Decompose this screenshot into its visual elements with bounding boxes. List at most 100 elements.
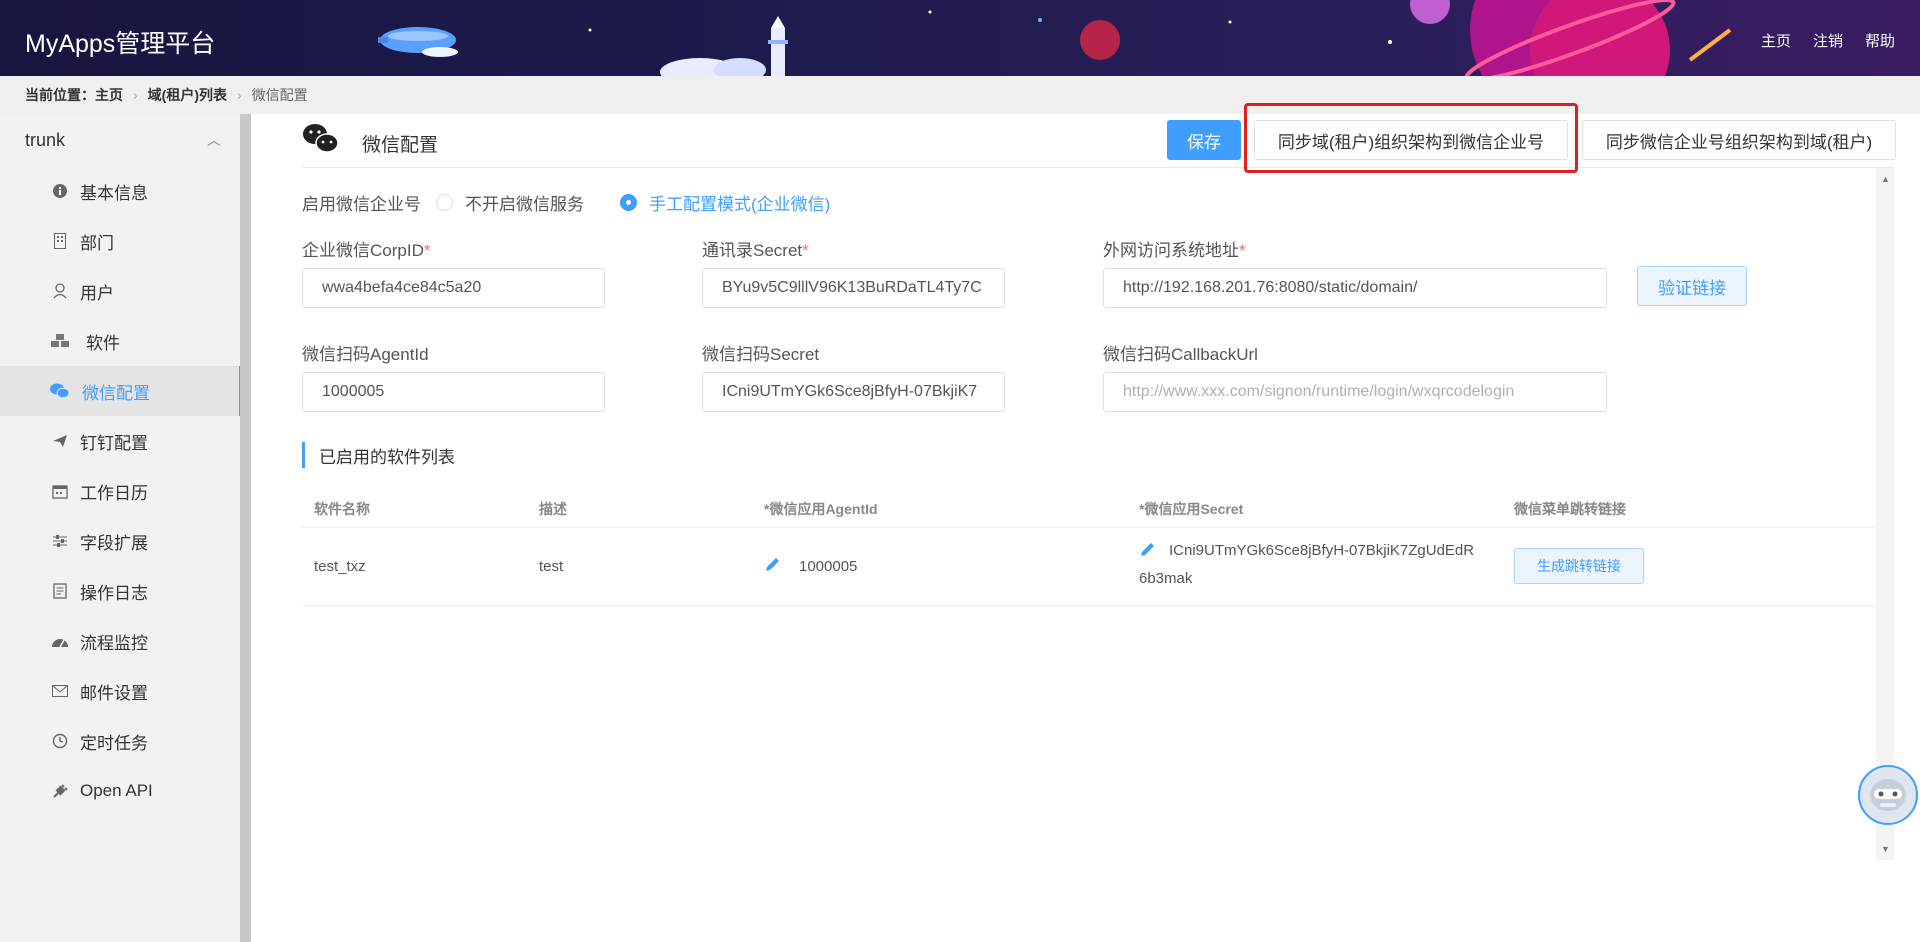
main-content: 微信配置 保存 同步域(租户)组织架构到微信企业号 同步微信企业号组织架构到域(…: [264, 103, 1920, 942]
radio-manual[interactable]: [620, 194, 637, 211]
sidebar-item-label: 软件: [86, 333, 120, 353]
cell-secret-line1: ICni9UTmYGk6Sce8jBfyH-07BkjiK7ZgUdEdR: [1169, 542, 1475, 559]
sidebar-item-software[interactable]: 软件: [0, 316, 240, 366]
sidebar-item-field-extension[interactable]: 字段扩展: [0, 516, 240, 566]
generate-link-button[interactable]: 生成跳转链接: [1514, 548, 1644, 584]
breadcrumb: 当前位置： 主页 › 域(租户)列表 › 微信配置: [0, 76, 1920, 114]
sidebar-item-label: Open API: [80, 781, 153, 800]
sidebar-item-label: 用户: [80, 283, 114, 303]
breadcrumb-home[interactable]: 主页: [95, 85, 123, 105]
table-row: test_txz test 1000005 ICni9UTmYGk6Sce8jB…: [302, 528, 1876, 606]
callback-url-label: 微信扫码CallbackUrl: [1103, 345, 1258, 364]
col-software-name: 软件名称: [314, 501, 370, 517]
sidebar-item-flow-monitor[interactable]: 流程监控: [0, 616, 240, 666]
sidebar-item-label: 邮件设置: [80, 683, 148, 703]
sidebar-item-scheduled-tasks[interactable]: 定时任务: [0, 716, 240, 766]
chevron-right-icon: ›: [133, 87, 138, 103]
col-description: 描述: [539, 501, 567, 517]
sidebar-item-label: 部门: [80, 233, 114, 253]
top-header: MyApps管理平台 主页 注销 帮助: [0, 0, 1920, 76]
verify-link-button[interactable]: 验证链接: [1637, 266, 1747, 306]
sync-to-wechat-button[interactable]: 同步域(租户)组织架构到微信企业号: [1254, 120, 1568, 160]
clock-icon: [50, 731, 70, 751]
scan-secret-label: 微信扫码Secret: [702, 345, 820, 364]
sidebar-group-label: trunk: [25, 129, 66, 150]
sidebar-item-label: 流程监控: [80, 633, 148, 653]
mail-icon: [50, 681, 70, 701]
sidebar-item-users[interactable]: 用户: [0, 266, 240, 316]
building-icon: [50, 231, 70, 251]
cell-description: test: [539, 558, 564, 575]
chevron-right-icon: ›: [237, 87, 242, 103]
sidebar-item-department[interactable]: 部门: [0, 216, 240, 266]
sidebar-item-label: 基本信息: [80, 183, 148, 203]
sidebar-item-basic-info[interactable]: 基本信息: [0, 166, 240, 216]
wechat-icon: [50, 381, 70, 401]
software-list-title: 已启用的软件列表: [302, 442, 455, 468]
plane-icon: [50, 431, 70, 451]
sidebar-item-wechat-config[interactable]: 微信配置: [0, 366, 242, 416]
radio-manual-label[interactable]: 手工配置模式(企业微信): [649, 190, 830, 215]
radio-off-label[interactable]: 不开启微信服务: [465, 190, 584, 215]
chevron-up-icon: ︿: [207, 132, 221, 148]
scan-secret-input[interactable]: ICni9UTmYGk6Sce8jBfyH-07BkjiK7: [702, 372, 1005, 412]
sidebar-item-dingtalk-config[interactable]: 钉钉配置: [0, 416, 240, 466]
page-title: 微信配置: [362, 135, 439, 156]
sidebar-item-mail-settings[interactable]: 邮件设置: [0, 666, 240, 716]
col-menu-link: 微信菜单跳转链接: [1514, 501, 1626, 517]
edit-secret-icon[interactable]: [1139, 540, 1157, 562]
nav-home-link[interactable]: 主页: [1761, 30, 1791, 51]
cell-software-name: test_txz: [314, 558, 366, 575]
sidebar-item-label: 钉钉配置: [80, 433, 148, 453]
sidebar-item-label: 定时任务: [80, 733, 148, 753]
breadcrumb-current: 微信配置: [251, 87, 308, 103]
plug-icon: [50, 781, 70, 801]
corpid-input[interactable]: wwa4befa4ce84c5a20: [302, 268, 605, 308]
assistant-robot-icon[interactable]: [1858, 765, 1918, 825]
external-url-label: 外网访问系统地址*: [1103, 241, 1246, 260]
cell-secret-line2: 6b3mak: [1139, 570, 1193, 587]
breadcrumb-domain-list[interactable]: 域(租户)列表: [148, 85, 227, 105]
sidebar-item-label: 工作日历: [80, 483, 148, 503]
nav-logout-link[interactable]: 注销: [1813, 30, 1843, 51]
agentid-input[interactable]: 1000005: [302, 372, 605, 412]
scroll-up-icon[interactable]: ▲: [1881, 174, 1890, 184]
sync-from-wechat-button[interactable]: 同步微信企业号组织架构到域(租户): [1582, 120, 1896, 160]
sidebar-item-label: 操作日志: [80, 583, 148, 603]
breadcrumb-label: 当前位置：: [25, 87, 95, 103]
sidebar-item-work-calendar[interactable]: 工作日历: [0, 466, 240, 516]
cell-agentid: 1000005: [799, 558, 858, 575]
corpid-label: 企业微信CorpID*: [302, 241, 431, 260]
sidebar-group-trunk[interactable]: trunk ︿: [0, 114, 251, 166]
sidebar-item-open-api[interactable]: Open API: [0, 766, 240, 816]
gauge-icon: [50, 631, 70, 651]
calendar-icon: [50, 481, 70, 501]
enable-label: 启用微信企业号: [302, 195, 421, 214]
header-space-illustration: [378, 0, 1732, 76]
info-icon: [50, 181, 70, 201]
wechat-enable-row: 启用微信企业号 不开启微信服务 手工配置模式(企业微信): [302, 190, 830, 215]
log-icon: [50, 581, 70, 601]
sidebar-item-label: 字段扩展: [80, 533, 148, 553]
sidebar-scrollbar[interactable]: [240, 114, 251, 942]
contacts-secret-input[interactable]: BYu9v5C9lllV96K13BuRDaTL4Ty7C: [702, 268, 1005, 308]
software-table: 软件名称 描述 *微信应用AgentId *微信应用Secret 微信菜单跳转链…: [302, 484, 1876, 606]
content-scrollbar[interactable]: ▲ ▼: [1876, 168, 1894, 860]
user-icon: [50, 281, 70, 301]
agentid-label: 微信扫码AgentId: [302, 345, 429, 364]
nav-help-link[interactable]: 帮助: [1865, 30, 1895, 51]
cubes-icon: [50, 331, 70, 351]
scroll-down-icon[interactable]: ▼: [1881, 844, 1890, 854]
callback-url-input[interactable]: http://www.xxx.com/signon/runtime/login/…: [1103, 372, 1607, 412]
app-brand: MyApps管理平台: [25, 30, 216, 58]
radio-off[interactable]: [436, 194, 453, 211]
col-secret: *微信应用Secret: [1139, 501, 1244, 517]
col-agentid: *微信应用AgentId: [764, 501, 878, 517]
save-button[interactable]: 保存: [1167, 120, 1241, 160]
sidebar-item-label: 微信配置: [82, 383, 150, 403]
edit-agentid-icon[interactable]: [764, 555, 782, 577]
external-url-input[interactable]: http://192.168.201.76:8080/static/domain…: [1103, 268, 1607, 308]
sliders-icon: [50, 531, 70, 551]
sidebar-item-operation-log[interactable]: 操作日志: [0, 566, 240, 616]
contacts-secret-label: 通讯录Secret*: [702, 241, 809, 260]
